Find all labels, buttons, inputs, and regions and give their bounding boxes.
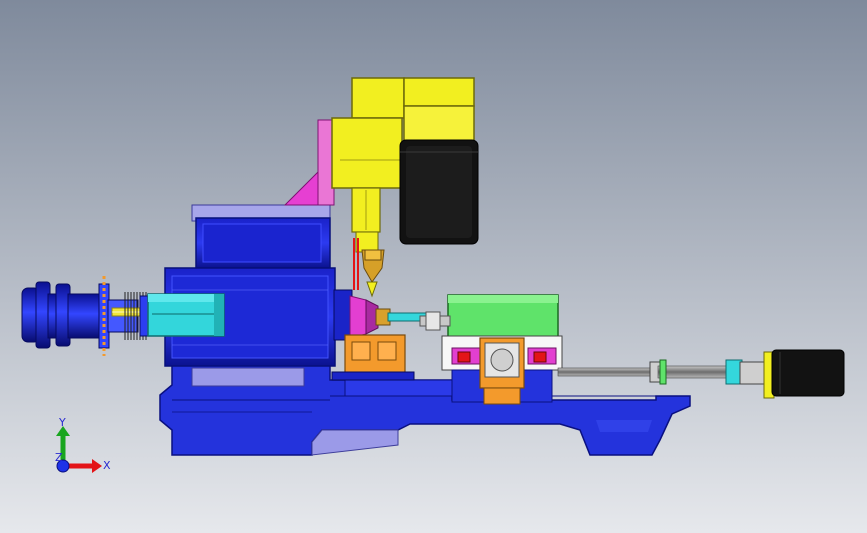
lathe-assembly-view: Y X Z bbox=[0, 0, 867, 533]
cad-viewport[interactable]: Y X Z bbox=[0, 0, 867, 533]
x-axis-label: X bbox=[103, 459, 111, 472]
y-axis-label: Y bbox=[58, 416, 66, 429]
vertical-stepper-motor bbox=[399, 139, 479, 245]
cyan-drive-motor bbox=[147, 293, 225, 337]
z-axis-label: Z bbox=[55, 451, 63, 464]
